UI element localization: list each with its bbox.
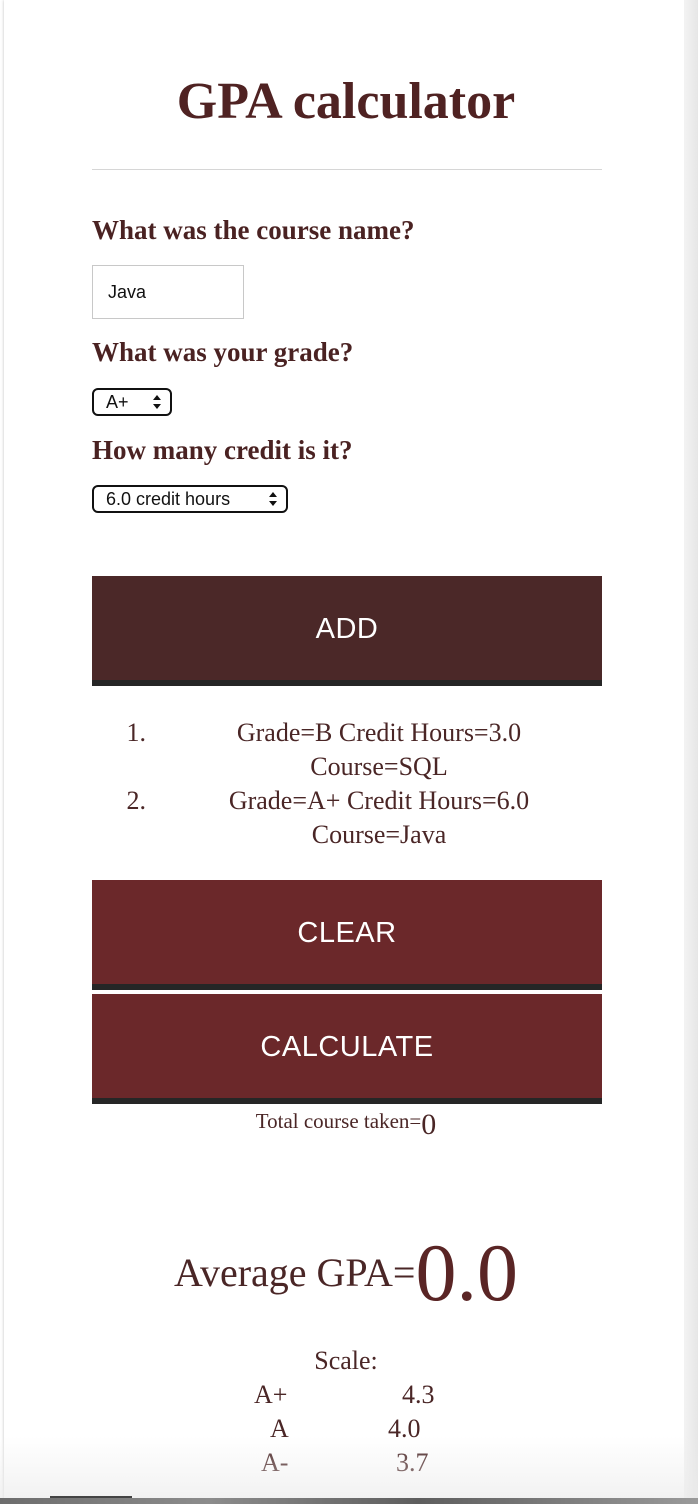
grade-select-value: A+ (106, 392, 129, 412)
list-item-grade-line: Grade=A+ Credit Hours=6.0 (228, 786, 530, 815)
list-item-text: Grade=A+ Credit Hours=6.0 Course=Java (146, 784, 602, 852)
list-item: 1. Grade=B Credit Hours=3.0 Course=SQL (92, 716, 602, 784)
list-item-text: Grade=B Credit Hours=3.0 Course=SQL (146, 716, 602, 784)
window-edge (684, 0, 698, 1504)
scale-points: 4.0 (388, 1414, 421, 1443)
list-item-course-line: Course=SQL (310, 752, 448, 781)
average-gpa: Average GPA=0.0 (4, 1212, 688, 1318)
total-courses-label: Total course taken= (255, 1109, 422, 1133)
scale-grade: A+ (254, 1380, 288, 1409)
average-gpa-value: 0.0 (415, 1227, 518, 1318)
list-item-course-line: Course=Java (311, 820, 447, 849)
list-item-number: 2. (126, 786, 147, 815)
scale-grade: A (270, 1414, 289, 1443)
list-item-grade-line: Grade=B Credit Hours=3.0 (236, 718, 522, 747)
grade-select[interactable]: A+ (92, 388, 172, 416)
credit-select-value: 6.0 credit hours (106, 489, 231, 509)
select-arrows-icon (269, 492, 277, 506)
page-container: GPA calculator What was the course name?… (4, 0, 684, 1504)
list-item-number: 1. (126, 718, 147, 747)
scale-points: 3.7 (396, 1448, 429, 1477)
course-name-input[interactable]: Java (92, 265, 244, 319)
list-item: 2. Grade=A+ Credit Hours=6.0 Course=Java (92, 784, 602, 852)
calculate-button[interactable]: CALCULATE (92, 994, 602, 1104)
bottom-bar (0, 1498, 698, 1504)
select-arrows-icon (153, 395, 161, 409)
scale-title: Scale: (314, 1346, 378, 1375)
scale-points: 4.3 (402, 1380, 435, 1409)
clear-button[interactable]: CLEAR (92, 880, 602, 990)
total-courses: Total course taken=0 (4, 1104, 688, 1140)
credit-label: How many credit is it? (92, 435, 353, 465)
add-button[interactable]: ADD (92, 576, 602, 686)
total-courses-value: 0 (421, 1108, 437, 1141)
scale-grade: A- (261, 1448, 289, 1477)
average-gpa-label: Average GPA= (174, 1250, 416, 1295)
grade-label: What was your grade? (92, 337, 354, 367)
title-divider (92, 169, 602, 170)
credit-select[interactable]: 6.0 credit hours (92, 485, 288, 513)
page-title: GPA calculator (176, 73, 516, 130)
course-list: 1. Grade=B Credit Hours=3.0 Course=SQL 2… (92, 716, 602, 852)
course-name-label: What was the course name? (92, 215, 415, 245)
